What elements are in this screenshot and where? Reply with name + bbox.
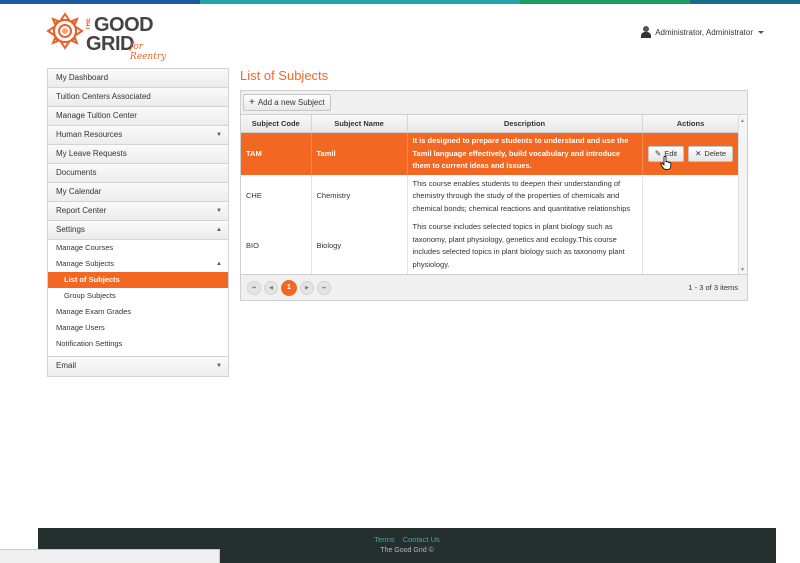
logo-the-text: THE (86, 18, 92, 30)
delete-label: Delete (704, 148, 727, 158)
table-row[interactable]: BIO Biology This course includes selecte… (241, 218, 740, 274)
column-header-actions: Actions (642, 115, 740, 133)
page-title: List of Subjects (240, 68, 329, 83)
pager: ⏮ ◀ 1 ▶ ⏭ 1 - 3 of 3 items (241, 274, 747, 300)
current-page-button[interactable]: 1 (281, 279, 297, 296)
sidebar-item-label: Human Resources (56, 130, 123, 139)
sidebar-item-tuition-centers-associated[interactable]: Tuition Centers Associated (48, 88, 228, 107)
chevron-down-icon: ▼ (216, 363, 222, 369)
bottom-status-strip (0, 549, 220, 563)
add-subject-label: Add a new Subject (257, 98, 325, 107)
sidebar-item-label: Manage Users (56, 323, 105, 332)
header: THE GOOD GRID for Reentry Administrator,… (38, 4, 776, 62)
cell-actions (642, 218, 740, 274)
plus-icon: + (249, 96, 255, 108)
scroll-down-icon[interactable]: ▼ (740, 267, 745, 273)
cell-description: This course enables students to deepen t… (407, 175, 643, 218)
mouse-pointer-icon (660, 156, 672, 170)
sidebar-item-label: Manage Subjects (56, 259, 114, 268)
sidebar-item-label: Manage Exam Grades (56, 307, 132, 316)
logo-grid-text: GRID (86, 33, 135, 55)
sidebar-item-label: Documents (56, 168, 97, 177)
sidebar-item-manage-tuition-center[interactable]: Manage Tuition Center (48, 107, 228, 126)
footer-terms-link[interactable]: Terms (374, 535, 394, 544)
sidebar-item-human-resources[interactable]: Human Resources ▼ (48, 126, 228, 145)
cell-actions: ✎ Edit ✕ Delete (642, 132, 740, 175)
sidebar-item-label: My Calendar (56, 187, 102, 196)
sidebar-item-my-leave-requests[interactable]: My Leave Requests (48, 145, 228, 164)
user-name: Administrator, Administrator (655, 27, 753, 37)
table-header-row: Subject Code Subject Name Description Ac… (241, 115, 740, 133)
sidebar-item-label: Report Center (56, 206, 107, 215)
sidebar-item-label: Notification Settings (56, 339, 123, 348)
sidebar-item-manage-exam-grades[interactable]: Manage Exam Grades (48, 304, 228, 320)
delete-button[interactable]: ✕ Delete (688, 145, 734, 162)
sidebar: My Dashboard Tuition Centers Associated … (47, 68, 229, 377)
cell-subject-name: Biology (311, 218, 408, 274)
sidebar-item-label: Manage Courses (56, 243, 114, 252)
cell-subject-code: BIO (241, 218, 312, 274)
chevron-up-icon: ▲ (216, 227, 222, 233)
chevron-down-icon (758, 30, 764, 34)
sidebar-item-list-of-subjects[interactable]: List of Subjects (48, 272, 228, 288)
subjects-table: Subject Code Subject Name Description Ac… (241, 115, 740, 274)
sidebar-item-label: Settings (56, 225, 85, 234)
chevron-down-icon: ▼ (216, 132, 222, 138)
grid-toolbar: + Add a new Subject (241, 91, 747, 115)
sidebar-item-label: Email (56, 361, 77, 370)
sidebar-item-settings[interactable]: Settings ▲ (48, 221, 228, 240)
sidebar-item-manage-subjects[interactable]: Manage Subjects ▲ (48, 256, 228, 272)
scroll-up-icon[interactable]: ▲ (740, 118, 745, 124)
sidebar-item-group-subjects[interactable]: Group Subjects (48, 288, 228, 304)
subjects-grid: + Add a new Subject Subject Code Subject… (240, 90, 748, 301)
cell-subject-code: TAM (241, 132, 312, 175)
page-container: THE GOOD GRID for Reentry Administrator,… (38, 4, 776, 563)
sidebar-item-label: My Dashboard (56, 73, 109, 82)
main-content: List of Subjects + Add a new Subject Sub… (240, 68, 748, 301)
last-page-icon[interactable]: ⏭ (317, 280, 331, 295)
sidebar-item-notification-settings[interactable]: Notification Settings (48, 336, 228, 352)
sidebar-item-email[interactable]: Email ▼ (48, 357, 228, 376)
cell-actions (642, 175, 740, 218)
cell-description: It is designed to prepare students to un… (407, 132, 643, 175)
chevron-down-icon: ▼ (216, 208, 222, 214)
footer-contact-link[interactable]: Contact Us (403, 535, 440, 544)
sidebar-item-label: Manage Tuition Center (56, 111, 137, 120)
sidebar-item-manage-users[interactable]: Manage Users (48, 320, 228, 336)
sidebar-item-documents[interactable]: Documents (48, 164, 228, 183)
user-icon (641, 26, 652, 38)
pager-info: 1 - 3 of 3 items (688, 283, 738, 292)
table-row[interactable]: CHE Chemistry This course enables studen… (241, 175, 740, 218)
add-subject-button[interactable]: + Add a new Subject (243, 94, 331, 111)
column-header-description[interactable]: Description (407, 115, 643, 133)
first-page-icon[interactable]: ⏮ (247, 280, 261, 295)
close-icon: ✕ (695, 148, 702, 158)
sidebar-item-report-center[interactable]: Report Center ▼ (48, 202, 228, 221)
sidebar-item-manage-courses[interactable]: Manage Courses (48, 240, 228, 256)
sidebar-item-label: List of Subjects (64, 275, 120, 284)
chevron-up-icon: ▲ (216, 261, 222, 267)
grid-scrollbar[interactable]: ▲ ▼ (738, 116, 747, 275)
sidebar-item-label: My Leave Requests (56, 149, 127, 158)
column-header-subject-name[interactable]: Subject Name (311, 115, 408, 133)
sidebar-item-my-dashboard[interactable]: My Dashboard (48, 69, 228, 88)
cell-subject-code: CHE (241, 175, 312, 218)
settings-submenu: Manage Courses Manage Subjects ▲ List of … (48, 240, 228, 357)
cell-description: This course includes selected topics in … (407, 218, 643, 274)
logo-tagline: for Reentry (130, 42, 167, 62)
next-page-icon[interactable]: ▶ (300, 280, 314, 295)
sidebar-item-label: Group Subjects (64, 291, 116, 300)
brand-logo[interactable]: THE GOOD GRID for Reentry (46, 10, 181, 62)
column-header-subject-code[interactable]: Subject Code (241, 115, 312, 133)
sidebar-item-label: Tuition Centers Associated (56, 92, 151, 101)
logo-emblem-icon (46, 12, 84, 50)
cell-subject-name: Tamil (311, 132, 408, 175)
prev-page-icon[interactable]: ◀ (264, 280, 278, 295)
sidebar-item-my-calendar[interactable]: My Calendar (48, 183, 228, 202)
user-menu[interactable]: Administrator, Administrator (641, 26, 764, 38)
cell-subject-name: Chemistry (311, 175, 408, 218)
